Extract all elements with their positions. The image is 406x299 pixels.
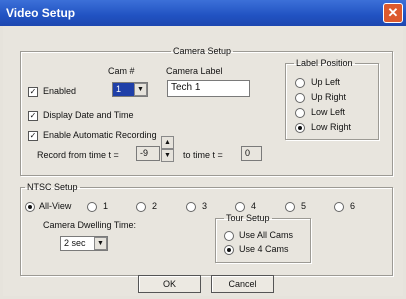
window-title: Video Setup: [6, 6, 76, 20]
view-5-radio[interactable]: [285, 202, 295, 212]
spin-up-icon[interactable]: ▲: [161, 136, 174, 149]
label-pos-up-right-label: Up Right: [311, 92, 347, 102]
label-pos-up-left-radio[interactable]: [295, 78, 305, 88]
label-pos-low-left-label: Low Left: [311, 107, 346, 117]
view-1-label: 1: [103, 201, 109, 211]
tour-all-cams-label: Use All Cams: [239, 230, 294, 240]
display-date-checkbox[interactable]: ✓: [28, 111, 38, 121]
view-4-radio[interactable]: [235, 202, 245, 212]
cam-number-value: 1: [116, 84, 122, 94]
video-setup-window: Video Setup ✕ Camera Setup Cam # Camera …: [0, 0, 406, 299]
view-all-radio[interactable]: [25, 202, 35, 212]
to-time-input[interactable]: 0: [241, 146, 262, 161]
enabled-checkbox[interactable]: ✓: [28, 87, 38, 97]
label-pos-low-right-label: Low Right: [311, 122, 352, 132]
title-bar: Video Setup ✕: [0, 0, 406, 26]
view-4-label: 4: [251, 201, 257, 211]
ok-button[interactable]: OK: [138, 275, 201, 293]
auto-record-checkbox[interactable]: ✓: [28, 131, 38, 141]
camera-label-input[interactable]: Tech 1: [167, 80, 250, 97]
view-2-label: 2: [152, 201, 158, 211]
camera-label-value: Tech 1: [171, 82, 201, 93]
cam-number-label: Cam #: [108, 66, 135, 76]
label-pos-low-right-radio[interactable]: [295, 123, 305, 133]
chevron-down-icon[interactable]: ▼: [94, 237, 107, 250]
view-3-label: 3: [202, 201, 208, 211]
auto-record-label: Enable Automatic Recording: [43, 130, 157, 140]
enabled-label: Enabled: [43, 86, 77, 96]
to-time-value: 0: [245, 148, 251, 158]
label-pos-up-right-radio[interactable]: [295, 93, 305, 103]
view-6-radio[interactable]: [334, 202, 344, 212]
record-from-label: Record from time t =: [37, 150, 119, 160]
camera-label-header: Camera Label: [166, 66, 223, 76]
ntsc-setup-legend: NTSC Setup: [27, 182, 78, 192]
tour-setup-legend: Tour Setup: [226, 213, 270, 223]
view-3-radio[interactable]: [186, 202, 196, 212]
to-time-label: to time t =: [183, 150, 223, 160]
record-from-input[interactable]: -9: [136, 146, 160, 161]
record-from-value: -9: [140, 148, 149, 158]
label-pos-low-left-radio[interactable]: [295, 108, 305, 118]
spin-down-icon[interactable]: ▼: [161, 149, 174, 162]
view-5-label: 5: [301, 201, 307, 211]
display-date-label: Display Date and Time: [43, 110, 134, 120]
view-6-label: 6: [350, 201, 356, 211]
view-1-radio[interactable]: [87, 202, 97, 212]
tour-4-cams-label: Use 4 Cams: [239, 244, 289, 254]
tour-4-cams-radio[interactable]: [224, 245, 234, 255]
camera-setup-legend: Camera Setup: [173, 46, 232, 56]
close-icon[interactable]: ✕: [383, 3, 403, 23]
label-position-legend: Label Position: [296, 58, 353, 68]
dwelling-time-label: Camera Dwelling Time:: [43, 220, 137, 230]
chevron-down-icon[interactable]: ▼: [134, 83, 147, 96]
view-all-label: All-View: [39, 201, 72, 211]
dialog-client: Camera Setup Cam # Camera Label ✓ Enable…: [3, 26, 403, 296]
dwelling-time-value: 2 sec: [64, 238, 86, 248]
tour-all-cams-radio[interactable]: [224, 231, 234, 241]
view-2-radio[interactable]: [136, 202, 146, 212]
label-pos-up-left-label: Up Left: [311, 77, 341, 87]
cancel-button[interactable]: Cancel: [211, 275, 274, 293]
